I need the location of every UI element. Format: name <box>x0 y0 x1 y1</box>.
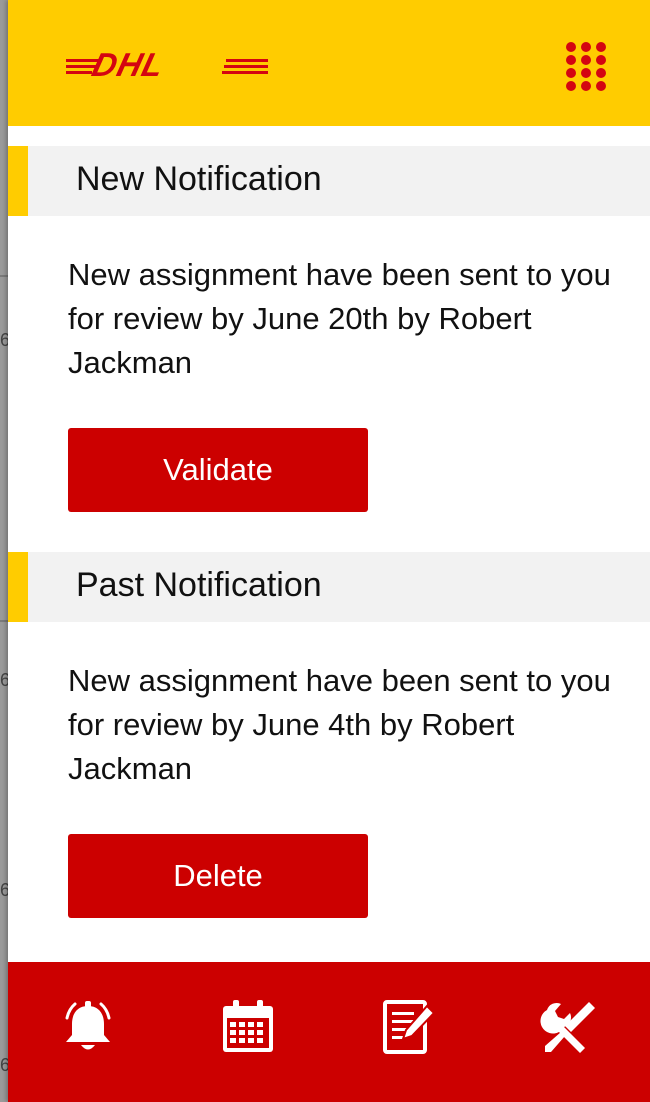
logo-stripe <box>66 71 92 74</box>
tools-icon <box>540 1002 595 1053</box>
grid-dot <box>596 81 606 91</box>
grid-dot <box>581 68 591 78</box>
bell-icon <box>65 1001 111 1050</box>
nav-notifications[interactable] <box>53 990 123 1064</box>
notification-message: New assignment have been sent to you for… <box>68 663 611 786</box>
grid-dot <box>596 55 606 65</box>
grid-dot <box>581 81 591 91</box>
past-notification-header: Past Notification <box>8 552 650 622</box>
dhl-logo[interactable]: DHL <box>66 46 270 83</box>
logo-stripe <box>224 65 268 68</box>
section-title: Past Notification <box>76 566 322 604</box>
logo-stripe <box>226 59 268 62</box>
grid-menu-icon[interactable] <box>564 40 612 91</box>
backdrop-divider <box>0 275 8 277</box>
notification-message: New assignment have been sent to you for… <box>68 257 611 380</box>
delete-button[interactable]: Delete <box>68 834 368 918</box>
bottom-nav <box>8 962 650 1102</box>
grid-dot <box>566 81 576 91</box>
section-accent-bar <box>8 146 28 216</box>
edit-document-icon <box>383 1000 436 1054</box>
grid-dot <box>581 55 591 65</box>
logo-wordmark: DHL <box>88 46 169 83</box>
nav-edit-document[interactable] <box>373 990 443 1064</box>
grid-dot <box>596 42 606 52</box>
validate-button[interactable]: Validate <box>68 428 368 512</box>
section-title: New Notification <box>76 160 322 198</box>
app-panel: DHL New Notification New assignment have… <box>8 0 650 1102</box>
grid-dot <box>566 42 576 52</box>
grid-dot <box>566 68 576 78</box>
nav-calendar[interactable] <box>213 990 283 1064</box>
section-accent-bar <box>8 552 28 622</box>
grid-dot <box>566 55 576 65</box>
logo-stripe <box>222 71 268 74</box>
grid-dot <box>596 68 606 78</box>
app-header: DHL <box>8 0 650 126</box>
grid-dot <box>581 42 591 52</box>
nav-tools[interactable] <box>533 990 603 1064</box>
calendar-icon <box>223 1000 273 1052</box>
new-notification-header: New Notification <box>8 146 650 216</box>
backdrop-divider <box>0 620 8 622</box>
